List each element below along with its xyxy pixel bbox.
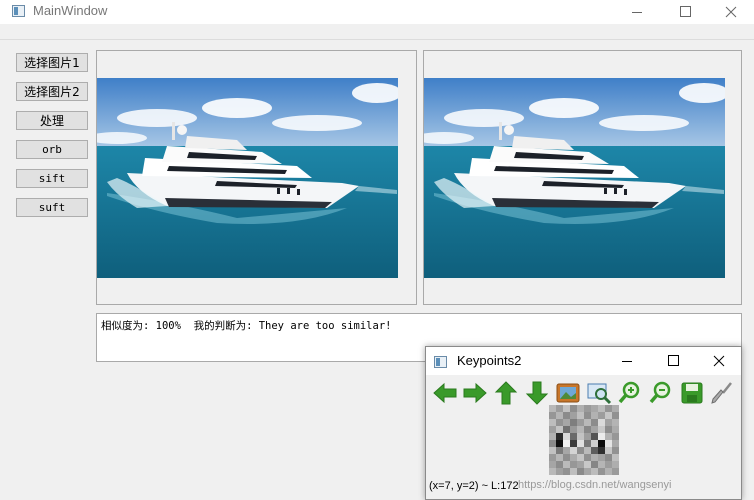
keypoints2-window-icon (434, 356, 447, 368)
process-button[interactable]: 处理 (16, 111, 88, 130)
close-icon (713, 355, 725, 367)
select-image1-button[interactable]: 选择图片1 (16, 53, 88, 72)
keypoints2-minimize-button[interactable] (604, 347, 650, 375)
close-button[interactable] (708, 0, 754, 24)
app-window-icon (12, 5, 25, 17)
keypoints2-title: Keypoints2 (457, 353, 522, 368)
keypoints2-canvas[interactable] (549, 405, 619, 475)
zoom-fit-icon[interactable] (586, 381, 612, 405)
main-window-title: MainWindow (33, 3, 108, 18)
result-text: 相似度为: 100% 我的判断为: They are too similar! (101, 320, 392, 332)
zoom-in-icon[interactable] (617, 381, 643, 405)
arrow-right-icon[interactable] (462, 381, 488, 405)
main-window-titlebar: MainWindow (0, 0, 754, 24)
keypoints2-maximize-button[interactable] (650, 347, 696, 375)
arrow-down-icon[interactable] (524, 381, 550, 405)
image2-frame (423, 50, 742, 305)
image-icon[interactable] (555, 381, 581, 405)
minimize-button[interactable] (614, 0, 660, 24)
keypoints2-titlebar: Keypoints2 (426, 347, 741, 375)
close-icon (725, 6, 737, 18)
brush-icon[interactable] (709, 381, 735, 405)
zoom-out-icon[interactable] (648, 381, 674, 405)
suft-button[interactable]: suft (16, 198, 88, 217)
watermark: https://blog.csdn.net/wangsenyi (518, 479, 672, 491)
arrow-left-icon[interactable] (432, 381, 458, 405)
sift-button[interactable]: sift (16, 169, 88, 188)
save-icon[interactable] (679, 381, 705, 405)
orb-button[interactable]: orb (16, 140, 88, 159)
image1-frame (96, 50, 417, 305)
arrow-up-icon[interactable] (493, 381, 519, 405)
menu-separator (0, 39, 754, 40)
keypoints2-close-button[interactable] (696, 347, 741, 375)
maximize-button[interactable] (662, 0, 708, 24)
keypoints2-window: Keypoints2 (x=7, y=2) ~ L:172 (425, 346, 742, 500)
image2-photo (424, 78, 725, 278)
keypoints2-status: (x=7, y=2) ~ L:172 (429, 480, 519, 492)
select-image2-button[interactable]: 选择图片2 (16, 82, 88, 101)
image1-photo (97, 78, 398, 278)
